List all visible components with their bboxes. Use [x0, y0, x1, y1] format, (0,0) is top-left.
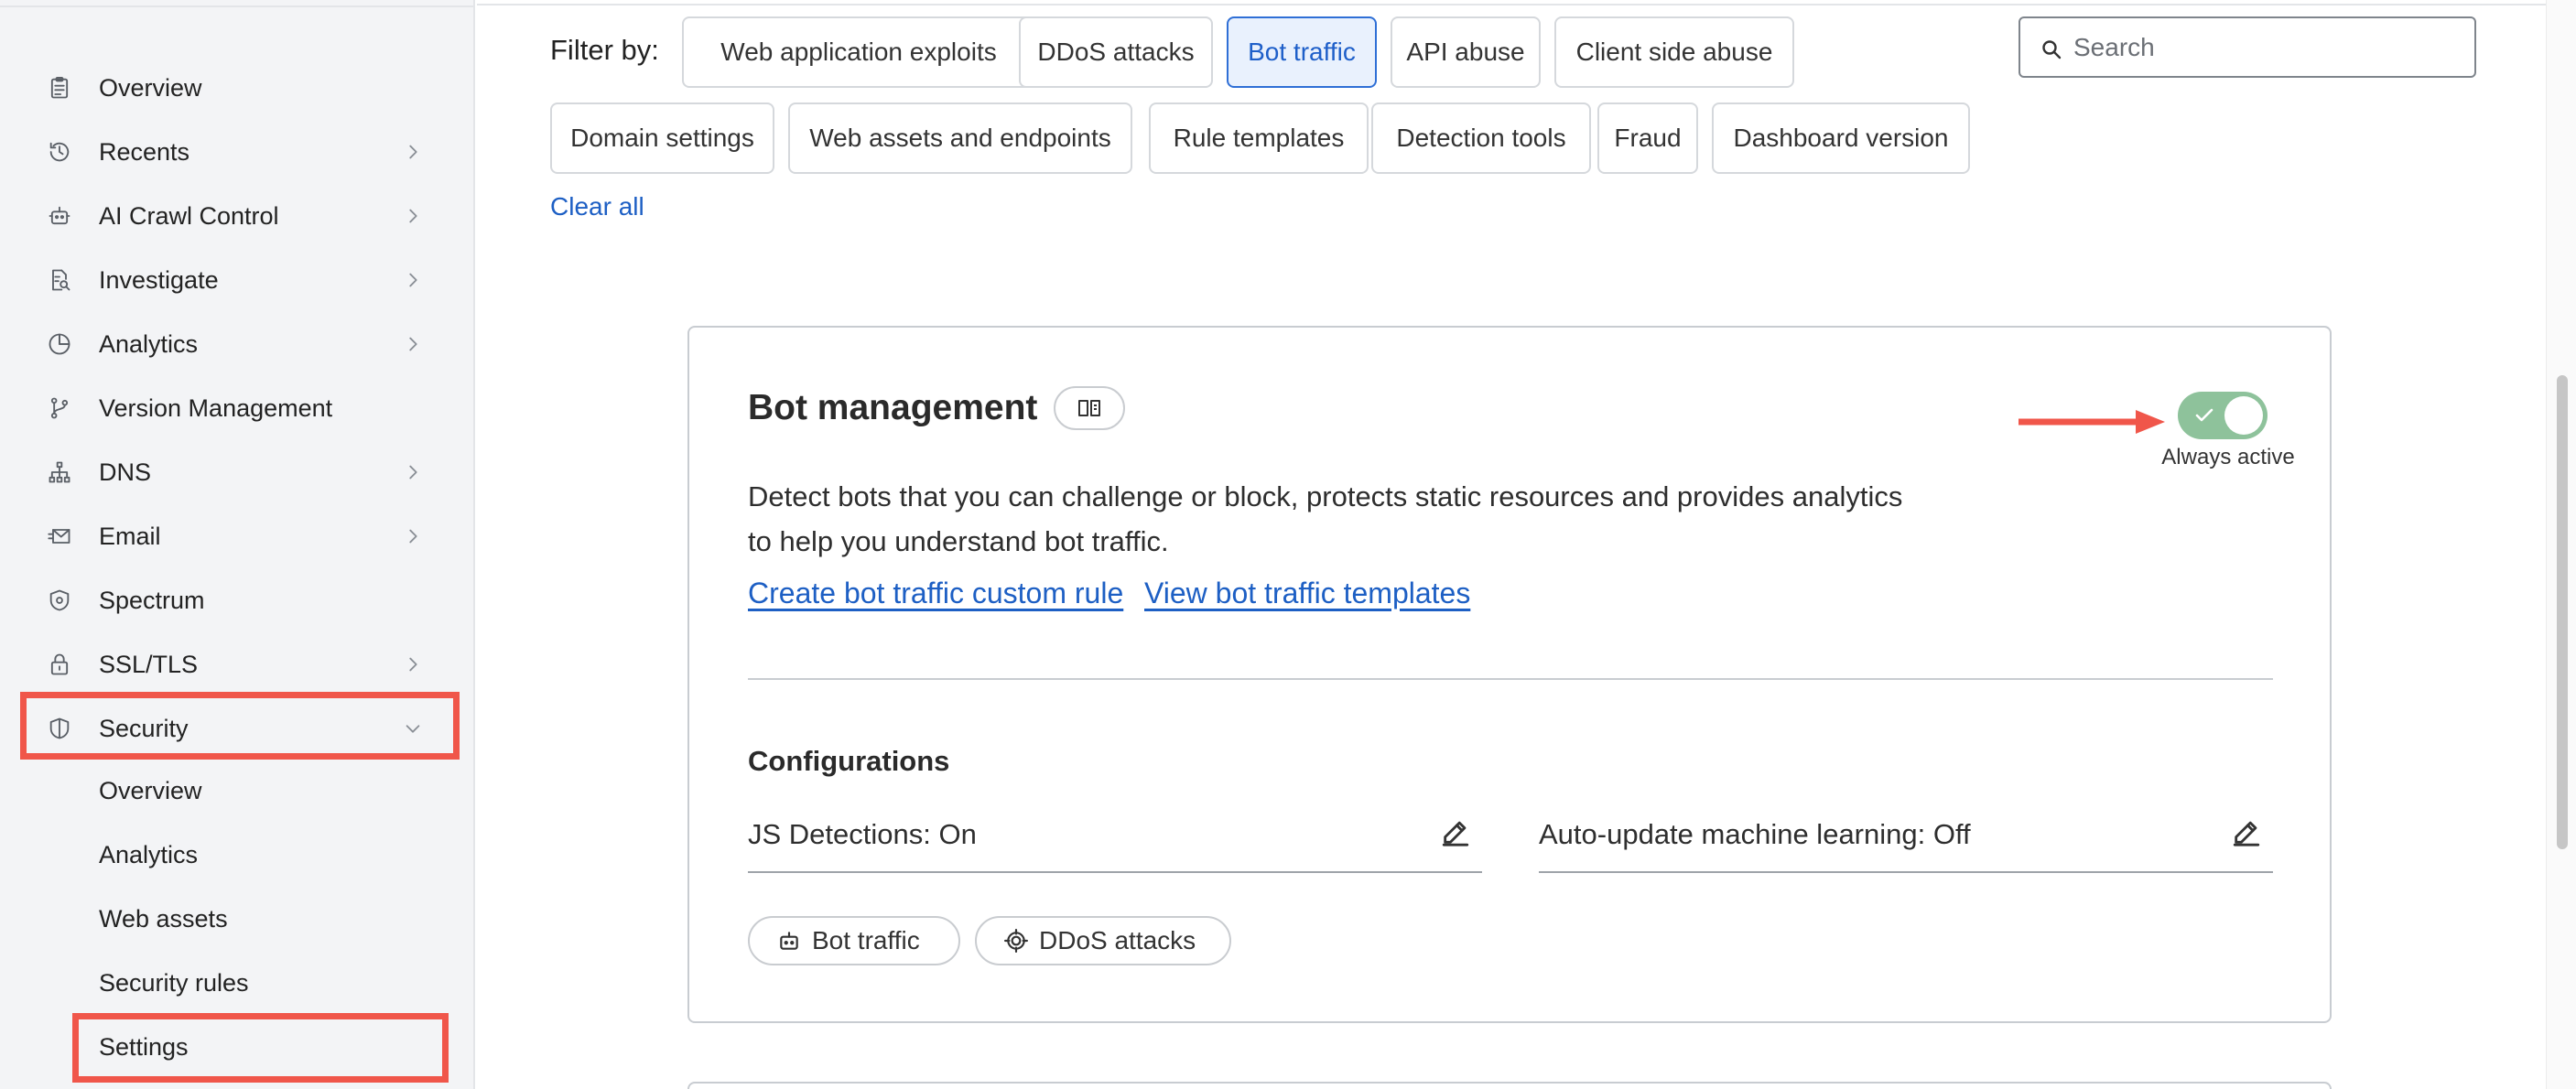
sidebar-item-label: Analytics — [99, 329, 199, 358]
config-text: Auto-update machine learning: Off — [1539, 818, 1971, 850]
sidebar-item-recents[interactable]: Recents — [20, 124, 460, 180]
chevron-down-icon — [403, 718, 423, 739]
security-sub-item-analytics[interactable]: Analytics — [75, 828, 441, 881]
create-custom-rule-link[interactable]: Create bot traffic custom rule — [748, 577, 1123, 610]
sidebar-item-label: Overview — [99, 73, 202, 102]
history-icon — [46, 138, 73, 166]
sidebar-item-label: Spectrum — [99, 586, 205, 614]
tag-bot-traffic[interactable]: Bot traffic — [748, 916, 960, 965]
envelope-icon — [46, 523, 73, 550]
check-icon — [2195, 408, 2213, 422]
chevron-right-icon — [403, 270, 423, 290]
sidebar-item-spectrum[interactable]: Spectrum — [20, 572, 460, 629]
filter-chip-client-side-abuse[interactable]: Client side abuse — [1554, 16, 1794, 88]
pie-chart-icon — [46, 330, 73, 358]
clipboard-icon — [46, 74, 73, 102]
main-top-border — [477, 0, 2546, 5]
tag-label: DDoS attacks — [1039, 926, 1196, 954]
toggle-label: Always active — [2161, 445, 2295, 469]
filter-chip-ddos-attacks[interactable]: DDoS attacks — [1019, 16, 1213, 88]
filter-chip-dashboard-version[interactable]: Dashboard version — [1712, 102, 1970, 174]
sidebar-item-dns[interactable]: DNS — [20, 444, 460, 501]
sidebar-item-label: DNS — [99, 458, 152, 486]
filter-label: Filter by: — [550, 34, 659, 66]
filter-chip-detection-tools[interactable]: Detection tools — [1371, 102, 1591, 174]
main-content: Filter by: Web application exploits DDoS… — [477, 0, 2546, 1089]
card-divider — [748, 678, 2273, 680]
robot-icon — [46, 202, 73, 230]
annotation-arrow — [2019, 408, 2165, 436]
chevron-right-icon — [403, 334, 423, 354]
book-icon — [1078, 400, 1100, 416]
search-box[interactable] — [2019, 16, 2476, 78]
filter-chip-bot-traffic[interactable]: Bot traffic — [1227, 16, 1377, 88]
filter-chip-web-application-exploits[interactable]: Web application exploits — [682, 16, 1035, 88]
bot-management-card: Bot management Always active Detect bots… — [687, 326, 2332, 1023]
edit-pencil-icon[interactable] — [2231, 816, 2262, 847]
sidebar-item-label: Security — [99, 714, 189, 742]
network-icon — [46, 458, 73, 486]
view-templates-link[interactable]: View bot traffic templates — [1144, 577, 1470, 610]
filter-chip-api-abuse[interactable]: API abuse — [1391, 16, 1541, 88]
edit-pencil-icon[interactable] — [1440, 816, 1471, 847]
lock-icon — [46, 651, 73, 678]
chevron-right-icon — [403, 462, 423, 482]
security-sub-item-security-rules[interactable]: Security rules — [75, 956, 441, 1009]
card-title: Bot management — [748, 388, 1038, 427]
sidebar-item-security[interactable]: Security — [20, 700, 460, 757]
security-sub-item-web-assets[interactable]: Web assets — [75, 892, 441, 945]
document-search-icon — [46, 266, 73, 294]
sidebar-item-label: AI Crawl Control — [99, 201, 279, 230]
tag-label: Bot traffic — [812, 926, 920, 954]
sidebar-item-overview[interactable]: Overview — [20, 59, 460, 116]
search-input[interactable] — [2073, 31, 2458, 64]
config-js-detections: JS Detections: On — [748, 807, 1482, 873]
security-sub-item-overview[interactable]: Overview — [75, 764, 441, 817]
configurations-title: Configurations — [748, 745, 950, 777]
chevron-right-icon — [403, 206, 423, 226]
filter-chip-web-assets-and-endpoints[interactable]: Web assets and endpoints — [788, 102, 1132, 174]
robot-icon — [780, 932, 798, 950]
filter-chip-domain-settings[interactable]: Domain settings — [550, 102, 774, 174]
chevron-right-icon — [403, 526, 423, 546]
tag-ddos-attacks[interactable]: DDoS attacks — [975, 916, 1231, 965]
target-icon — [1004, 929, 1028, 953]
sidebar-item-label: Email — [99, 522, 161, 550]
sidebar-top-border — [0, 0, 475, 7]
always-active-toggle[interactable] — [2178, 392, 2268, 439]
clear-all-link[interactable]: Clear all — [550, 192, 644, 221]
config-text: JS Detections: On — [748, 818, 977, 850]
sidebar-item-analytics[interactable]: Analytics — [20, 316, 460, 372]
sidebar-item-ai-crawl-control[interactable]: AI Crawl Control — [20, 188, 460, 244]
search-icon — [2042, 40, 2062, 59]
sidebar-item-label: SSL/TLS — [99, 650, 199, 678]
sidebar-item-version-management[interactable]: Version Management — [20, 380, 460, 437]
next-card — [687, 1082, 2332, 1089]
toggle-knob — [2224, 396, 2263, 435]
sidebar-item-label: Investigate — [99, 265, 219, 294]
sidebar: Overview Recents AI Crawl Control Invest… — [0, 0, 475, 1089]
documentation-button[interactable] — [1054, 386, 1125, 430]
sidebar-item-label: Version Management — [99, 394, 333, 422]
chevron-right-icon — [403, 142, 423, 162]
sidebar-item-email[interactable]: Email — [20, 508, 460, 565]
filter-chip-fraud[interactable]: Fraud — [1597, 102, 1698, 174]
security-sub-item-settings[interactable]: Settings — [75, 1020, 441, 1073]
shield-icon — [46, 715, 73, 742]
sidebar-item-label: Recents — [99, 137, 190, 166]
shield-gear-icon — [46, 587, 73, 614]
chevron-right-icon — [403, 654, 423, 674]
filter-chip-rule-templates[interactable]: Rule templates — [1149, 102, 1369, 174]
sidebar-item-investigate[interactable]: Investigate — [20, 252, 460, 308]
git-branch-icon — [46, 394, 73, 422]
sidebar-item-ssl-tls[interactable]: SSL/TLS — [20, 636, 460, 693]
scrollbar-thumb[interactable] — [2557, 375, 2568, 849]
config-auto-update-ml: Auto-update machine learning: Off — [1539, 807, 2273, 873]
card-description: Detect bots that you can challenge or bl… — [748, 480, 1903, 557]
